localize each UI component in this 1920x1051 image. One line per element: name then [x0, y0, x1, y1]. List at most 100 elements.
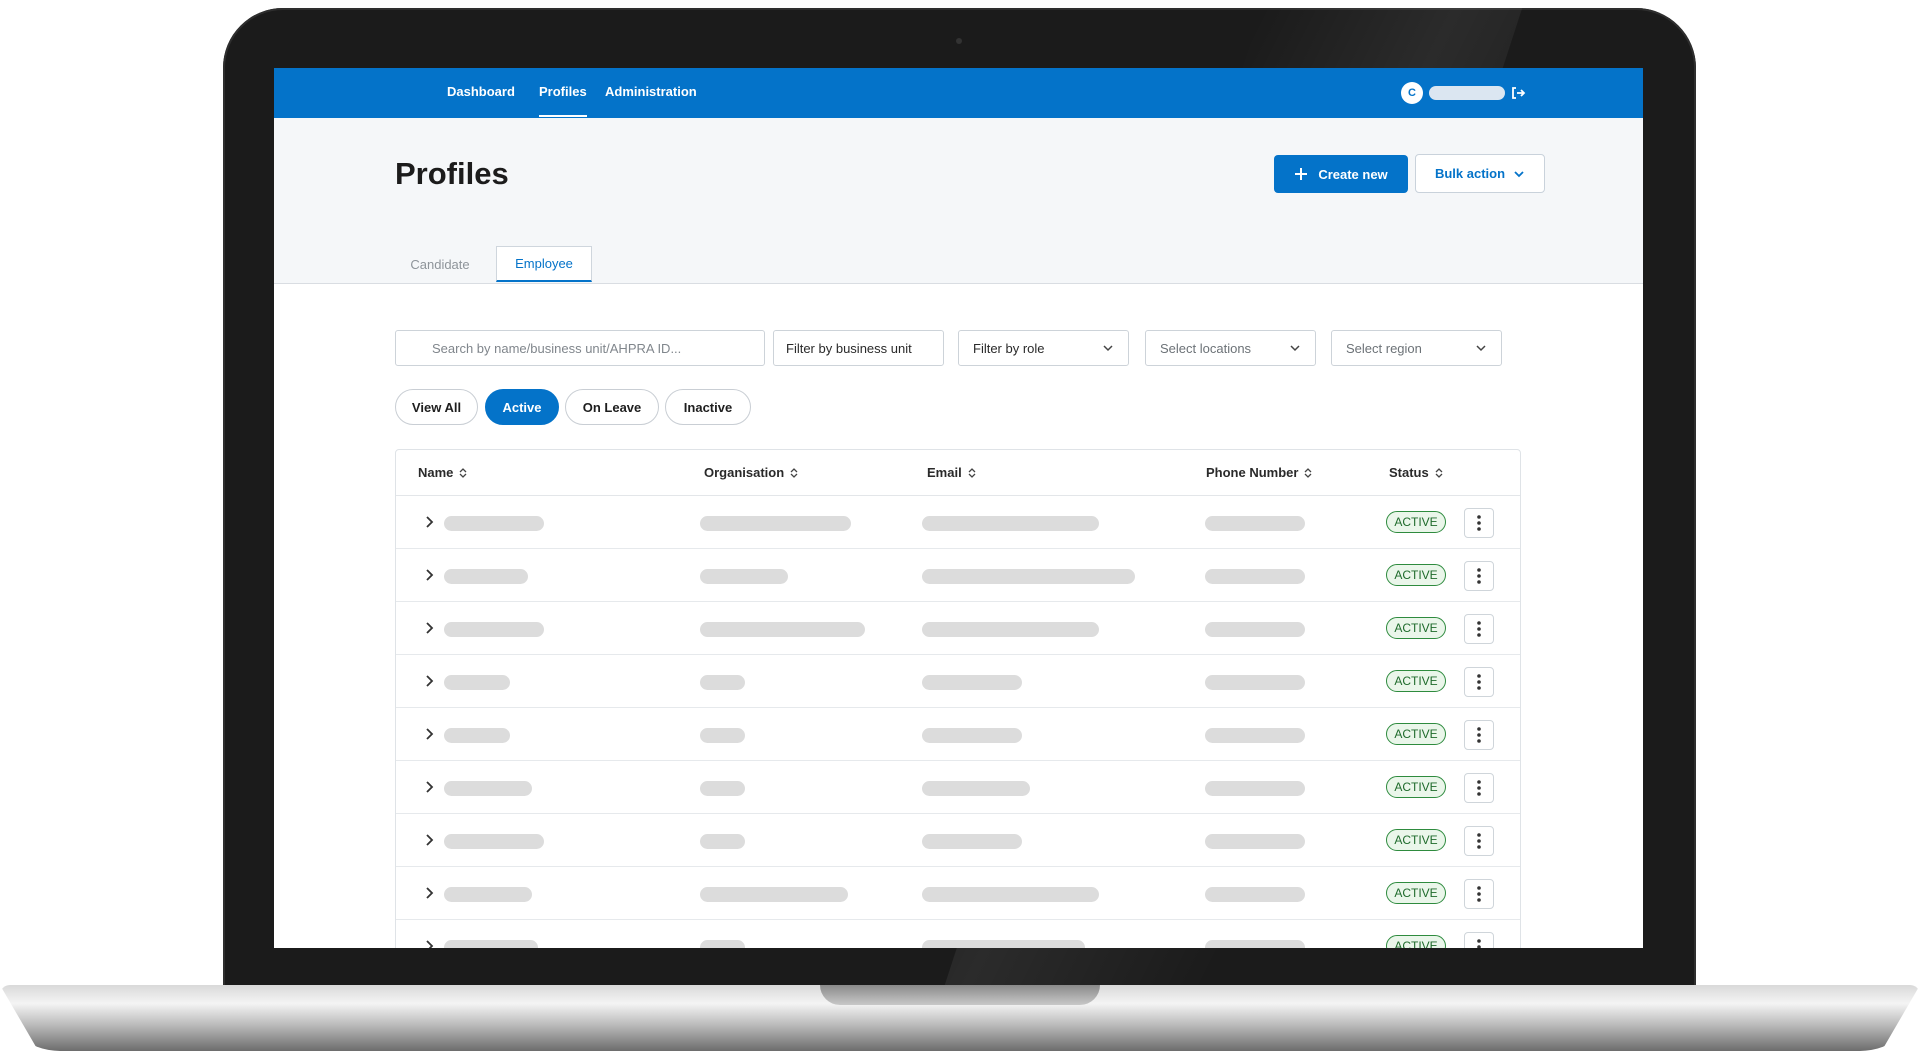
- column-header-phone-number-label: Phone Number: [1206, 465, 1299, 480]
- column-header-status[interactable]: Status: [1389, 465, 1444, 480]
- user-avatar[interactable]: C: [1401, 82, 1423, 104]
- row-actions-button[interactable]: [1464, 614, 1494, 644]
- status-badge: ACTIVE: [1386, 776, 1446, 798]
- phone-placeholder: [1205, 675, 1305, 690]
- email-placeholder: [922, 516, 1099, 531]
- chevron-right-icon[interactable]: [422, 727, 436, 741]
- table-row[interactable]: ACTIVE: [396, 867, 1520, 920]
- status-badge: ACTIVE: [1386, 723, 1446, 745]
- bulk-action-button[interactable]: Bulk action: [1415, 154, 1545, 193]
- email-placeholder: [922, 569, 1135, 584]
- email-placeholder: [922, 728, 1022, 743]
- sort-icon: [790, 467, 798, 478]
- chevron-down-icon: [1476, 345, 1486, 352]
- organisation-placeholder: [700, 516, 851, 531]
- tab-employee[interactable]: Employee: [496, 246, 592, 282]
- row-actions-button[interactable]: [1464, 879, 1494, 909]
- business-unit-filter[interactable]: Filter by business unit: [773, 330, 944, 366]
- status-filter-inactive[interactable]: Inactive: [665, 389, 751, 425]
- locations-select[interactable]: Select locations: [1145, 330, 1316, 366]
- organisation-placeholder: [700, 675, 745, 690]
- create-new-label: Create new: [1318, 166, 1388, 182]
- chevron-right-icon[interactable]: [422, 833, 436, 847]
- status-filter-view-all[interactable]: View All: [395, 389, 478, 425]
- row-actions-button[interactable]: [1464, 773, 1494, 803]
- column-header-phone-number[interactable]: Phone Number: [1206, 465, 1313, 480]
- chevron-right-icon[interactable]: [422, 674, 436, 688]
- table-row[interactable]: ACTIVE: [396, 549, 1520, 602]
- kebab-icon: [1477, 674, 1481, 690]
- search-input[interactable]: Search by name/business unit/AHPRA ID...: [395, 330, 765, 366]
- organisation-placeholder: [700, 940, 745, 948]
- role-filter-label: Filter by role: [973, 340, 1045, 356]
- status-filter-on-leave[interactable]: On Leave: [565, 389, 659, 425]
- create-new-button[interactable]: Create new: [1274, 155, 1408, 193]
- chevron-down-icon: [1103, 345, 1113, 352]
- top-navigation-bar: Dashboard Profiles Administration C: [274, 68, 1643, 118]
- logout-icon[interactable]: [1510, 85, 1526, 101]
- email-placeholder: [922, 781, 1030, 796]
- email-placeholder: [922, 940, 1085, 948]
- email-placeholder: [922, 887, 1099, 902]
- region-select[interactable]: Select region: [1331, 330, 1502, 366]
- table-row[interactable]: ACTIVE: [396, 708, 1520, 761]
- laptop-notch: [820, 985, 1100, 1005]
- column-header-email-label: Email: [927, 465, 962, 480]
- business-unit-filter-label: Filter by business unit: [786, 340, 912, 356]
- kebab-icon: [1477, 780, 1481, 796]
- table-row[interactable]: ACTIVE: [396, 814, 1520, 867]
- name-placeholder: [444, 728, 510, 743]
- table-row[interactable]: ACTIVE: [396, 920, 1520, 948]
- profiles-table: Name Organisation Email Phone Number Sta…: [395, 449, 1521, 948]
- chevron-right-icon[interactable]: [422, 780, 436, 794]
- locations-select-label: Select locations: [1160, 340, 1252, 356]
- kebab-icon: [1477, 886, 1481, 902]
- nav-administration[interactable]: Administration: [605, 84, 697, 99]
- column-header-name[interactable]: Name: [418, 465, 468, 480]
- status-filter-active[interactable]: Active: [485, 389, 559, 425]
- tab-candidate[interactable]: Candidate: [399, 246, 481, 283]
- phone-placeholder: [1205, 887, 1305, 902]
- nav-profiles[interactable]: Profiles: [539, 84, 587, 99]
- organisation-placeholder: [700, 781, 745, 796]
- column-header-email[interactable]: Email: [927, 465, 977, 480]
- role-filter[interactable]: Filter by role: [958, 330, 1129, 366]
- row-actions-button[interactable]: [1464, 826, 1494, 856]
- table-row[interactable]: ACTIVE: [396, 655, 1520, 708]
- email-placeholder: [922, 834, 1022, 849]
- phone-placeholder: [1205, 834, 1305, 849]
- kebab-icon: [1477, 568, 1481, 584]
- row-actions-button[interactable]: [1464, 561, 1494, 591]
- chevron-right-icon[interactable]: [422, 939, 436, 948]
- plus-icon: [1295, 168, 1308, 180]
- organisation-placeholder: [700, 569, 788, 584]
- webcam: [956, 38, 962, 44]
- nav-dashboard[interactable]: Dashboard: [447, 84, 515, 99]
- chevron-right-icon[interactable]: [422, 515, 436, 529]
- status-badge: ACTIVE: [1386, 935, 1446, 948]
- status-badge: ACTIVE: [1386, 882, 1446, 904]
- chevron-right-icon[interactable]: [422, 568, 436, 582]
- nav-active-indicator: [539, 115, 587, 117]
- row-actions-button[interactable]: [1464, 667, 1494, 697]
- chevron-right-icon[interactable]: [422, 886, 436, 900]
- region-select-label: Select region: [1346, 340, 1422, 356]
- sort-icon: [1305, 467, 1312, 478]
- table-row[interactable]: ACTIVE: [396, 602, 1520, 655]
- name-placeholder: [444, 887, 532, 902]
- kebab-icon: [1477, 515, 1481, 531]
- column-header-organisation[interactable]: Organisation: [704, 465, 799, 480]
- bulk-action-label: Bulk action: [1434, 166, 1506, 181]
- table-row[interactable]: ACTIVE: [396, 761, 1520, 814]
- row-actions-button[interactable]: [1464, 508, 1494, 538]
- chevron-right-icon[interactable]: [422, 621, 436, 635]
- kebab-icon: [1477, 621, 1481, 637]
- status-badge: ACTIVE: [1386, 670, 1446, 692]
- column-header-status-label: Status: [1389, 465, 1429, 480]
- table-row[interactable]: ACTIVE: [396, 496, 1520, 549]
- row-actions-button[interactable]: [1464, 720, 1494, 750]
- phone-placeholder: [1205, 940, 1305, 948]
- row-actions-button[interactable]: [1464, 932, 1494, 948]
- phone-placeholder: [1205, 622, 1305, 637]
- search-placeholder: Search by name/business unit/AHPRA ID...: [432, 340, 682, 356]
